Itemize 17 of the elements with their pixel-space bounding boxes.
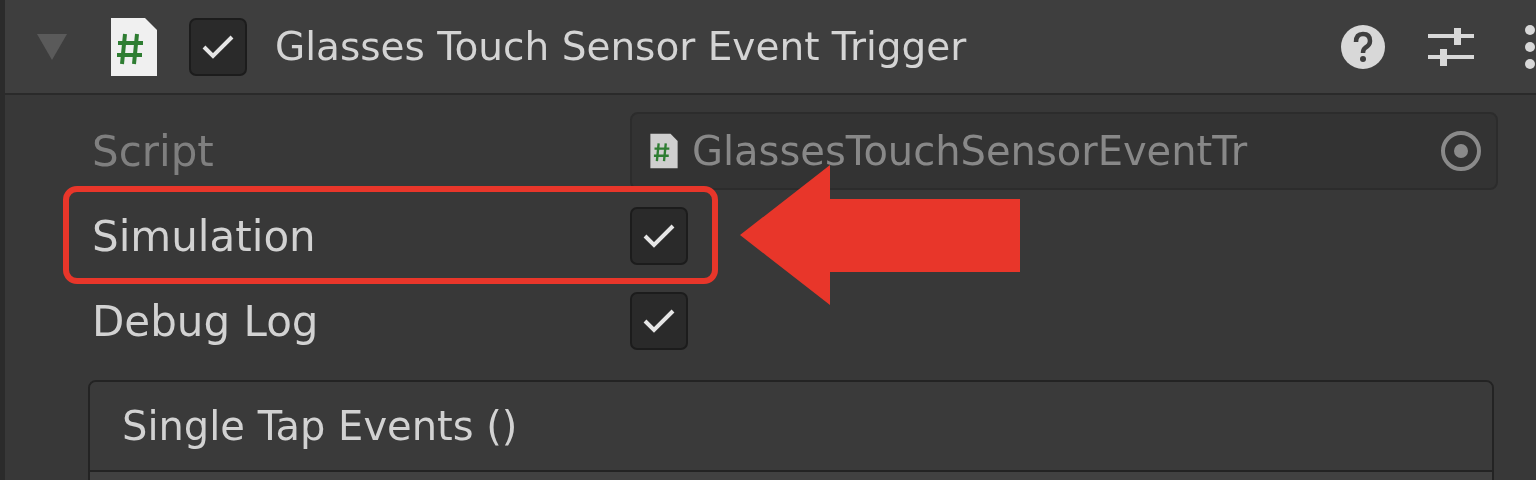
field-label: Debug Log (91, 296, 320, 346)
toggle-checkbox[interactable] (630, 292, 688, 350)
checkmark-icon (642, 223, 676, 249)
toggle-checkbox[interactable] (630, 207, 688, 265)
component-title: Glasses Touch Sensor Event Trigger (275, 24, 968, 69)
help-icon[interactable] (1340, 23, 1386, 70)
field-label: Simulation (91, 211, 317, 261)
checkmark-icon (201, 33, 235, 60)
script-name: GlassesTouchSensorEventTr (692, 128, 1249, 174)
more-options-icon[interactable] (1524, 23, 1536, 70)
event-title: Single Tap Events () (122, 403, 518, 449)
script-icon (648, 132, 680, 170)
checkmark-icon (642, 308, 676, 334)
field-label: Script (91, 126, 215, 176)
preset-sliders-icon[interactable] (1428, 25, 1474, 68)
object-picker-icon[interactable] (1440, 130, 1482, 172)
enable-checkbox[interactable] (189, 17, 247, 76)
